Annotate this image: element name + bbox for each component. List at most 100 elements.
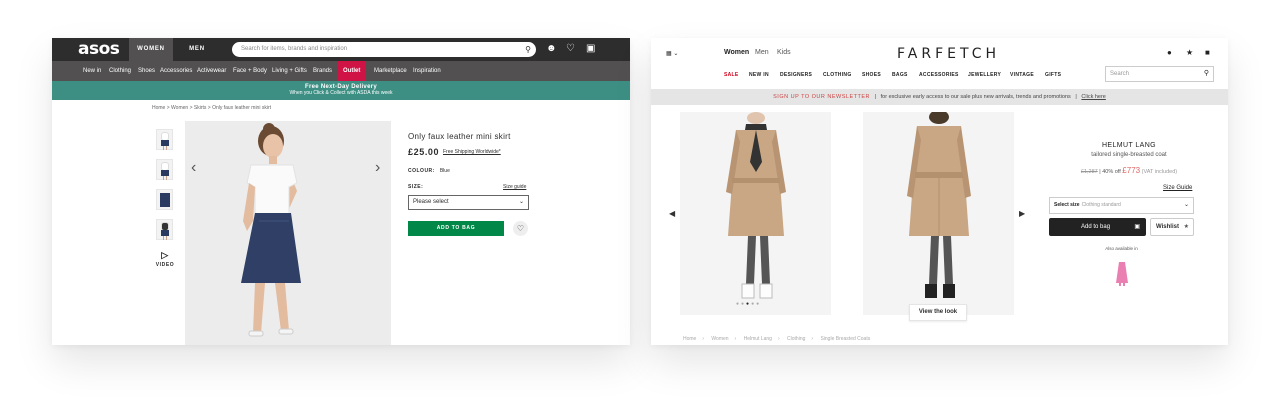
- video-button[interactable]: ▷ VIDEO: [154, 250, 176, 268]
- prev-image-icon[interactable]: ◀: [669, 209, 675, 218]
- search-placeholder: Search: [1110, 71, 1130, 77]
- colour-label: COLOUR:: [408, 168, 435, 174]
- nav-bags[interactable]: BAGS: [892, 72, 908, 78]
- account-icon[interactable]: ☻: [546, 42, 557, 56]
- crumb-current: Single Breasted Coats: [820, 336, 871, 342]
- farfetch-logo[interactable]: FARFETCH: [897, 46, 1000, 62]
- crumb-brand[interactable]: Helmut Lang: [744, 336, 772, 342]
- chevron-down-icon: ⌄: [518, 199, 524, 205]
- heart-icon[interactable]: ♡: [566, 42, 575, 56]
- thumbnail-2[interactable]: [156, 159, 173, 180]
- wishlist-button[interactable]: Wishlist ★: [1150, 218, 1194, 236]
- newsletter-text: for exclusive early access to our sale p…: [880, 94, 1071, 100]
- crumb-clothing[interactable]: Clothing: [787, 336, 805, 342]
- image-pagination-dots[interactable]: ●●●●●: [736, 301, 761, 307]
- product-price: £25.00: [408, 147, 440, 157]
- size-select[interactable]: Please select ⌄: [408, 195, 529, 210]
- country-flag-icon[interactable]: ▦ ⌄: [666, 50, 678, 57]
- nav-clothing[interactable]: CLOTHING: [823, 72, 852, 78]
- nav-shoes[interactable]: Shoes: [138, 61, 155, 81]
- crumb-women[interactable]: Women: [711, 336, 728, 342]
- nav-new-in[interactable]: New in: [83, 61, 101, 81]
- next-image-icon[interactable]: ›: [375, 159, 380, 177]
- add-to-bag-button[interactable]: ADD TO BAG: [408, 221, 504, 236]
- newsletter-cta[interactable]: SIGN UP TO OUR NEWSLETTER: [773, 94, 870, 100]
- nav-living-gifts[interactable]: Living + Gifts: [272, 61, 307, 81]
- bag-icon[interactable]: ■: [1205, 48, 1210, 57]
- wishlist-label: Wishlist: [1156, 224, 1179, 230]
- banner-sep-2: |: [1075, 94, 1077, 100]
- add-to-bag-label: Add to bag: [1081, 224, 1111, 230]
- free-shipping-link[interactable]: Free Shipping Worldwide*: [443, 149, 501, 155]
- crumb-women[interactable]: Women: [171, 105, 188, 111]
- coat-front-illustration: [680, 112, 831, 315]
- save-heart-icon[interactable]: ♡: [513, 221, 528, 236]
- nav-clothing[interactable]: Clothing: [109, 61, 131, 81]
- video-label: VIDEO: [155, 262, 175, 268]
- add-to-bag-button[interactable]: Add to bag ▣: [1049, 218, 1146, 236]
- breadcrumb: Home › Women › Helmut Lang › Clothing › Sing…: [683, 336, 871, 342]
- banner-sep-1: |: [874, 94, 877, 100]
- tab-men[interactable]: Men: [755, 49, 769, 56]
- product-price: £1,287 | 40% off £773 (VAT included): [1049, 166, 1209, 175]
- nav-face-body[interactable]: Face + Body: [233, 61, 267, 81]
- crumb-current: Only faux leather mini skirt: [212, 105, 272, 111]
- nav-outlet[interactable]: Outlet: [338, 61, 366, 81]
- thumbnail-3[interactable]: [156, 189, 173, 210]
- asos-promo-banner[interactable]: Free Next-Day Delivery When you Click & …: [52, 81, 630, 100]
- nav-brands[interactable]: Brands: [313, 61, 332, 81]
- thumbnail-1[interactable]: [156, 129, 173, 150]
- farfetch-search-input[interactable]: Search ⚲: [1105, 66, 1214, 82]
- asos-product-page: asos WOMEN MEN Search for items, brands …: [52, 38, 630, 345]
- farfetch-product-page: ▦ ⌄ Women Men Kids FARFETCH ● ★ ■ SALE N…: [651, 38, 1228, 345]
- size-guide-link[interactable]: Size guide: [503, 184, 526, 190]
- nav-jewellery[interactable]: JEWELLERY: [968, 72, 1001, 78]
- product-image-front: [680, 112, 831, 315]
- crumb-skirts[interactable]: Skirts: [194, 105, 207, 111]
- bag-icon[interactable]: ▣: [586, 42, 595, 56]
- thumbnail-4[interactable]: [156, 219, 173, 240]
- crumb-home[interactable]: Home: [683, 336, 696, 342]
- click-here-link[interactable]: Click here: [1081, 94, 1105, 100]
- vat-note: (VAT included): [1141, 169, 1178, 175]
- asos-top-bar: asos WOMEN MEN Search for items, brands …: [52, 38, 630, 61]
- nav-shoes[interactable]: SHOES: [862, 72, 881, 78]
- nav-gifts[interactable]: GIFTS: [1045, 72, 1061, 78]
- nav-marketplace[interactable]: Marketplace: [374, 61, 407, 81]
- size-select[interactable]: Select size Clothing standard ⌄: [1049, 197, 1194, 214]
- asos-category-nav: New in Clothing Shoes Accessories Active…: [52, 61, 630, 81]
- size-standard: Clothing standard: [1081, 202, 1121, 208]
- search-icon[interactable]: ⚲: [525, 42, 531, 57]
- product-description: tailored single-breasted coat: [1091, 152, 1167, 158]
- prev-image-icon[interactable]: ‹: [191, 159, 196, 177]
- search-icon[interactable]: ⚲: [1204, 67, 1209, 81]
- breadcrumb: Home > Women > Skirts > Only faux leathe…: [152, 105, 272, 111]
- tab-women[interactable]: WOMEN: [129, 38, 173, 61]
- product-brand[interactable]: HELMUT LANG: [1049, 142, 1209, 149]
- nav-accessories[interactable]: ACCESSORIES: [919, 72, 959, 78]
- tab-women[interactable]: Women: [724, 49, 749, 56]
- wishlist-star-icon[interactable]: ★: [1186, 48, 1193, 57]
- nav-activewear[interactable]: Activewear: [197, 61, 226, 81]
- nav-vintage[interactable]: VINTAGE: [1010, 72, 1034, 78]
- crumb-home[interactable]: Home: [152, 105, 165, 111]
- asos-logo[interactable]: asos: [78, 39, 120, 59]
- asos-search-input[interactable]: Search for items, brands and inspiration…: [232, 42, 536, 57]
- nav-designers[interactable]: DESIGNERS: [780, 72, 812, 78]
- nav-sale[interactable]: SALE: [724, 72, 739, 78]
- colour-info: COLOUR: Blue: [408, 168, 450, 174]
- size-guide-link[interactable]: Size Guide: [1163, 185, 1192, 191]
- next-image-icon[interactable]: ▶: [1019, 209, 1025, 218]
- model-illustration: [185, 121, 391, 345]
- tab-men[interactable]: MEN: [175, 38, 219, 61]
- nav-inspiration[interactable]: Inspiration: [413, 61, 441, 81]
- select-size-label: Select size: [1054, 202, 1080, 208]
- alternate-color-swatch[interactable]: [1115, 261, 1129, 292]
- nav-new-in[interactable]: NEW IN: [749, 72, 769, 78]
- account-icon[interactable]: ●: [1167, 48, 1172, 57]
- tab-kids[interactable]: Kids: [777, 49, 791, 56]
- product-title: Only faux leather mini skirt: [408, 132, 511, 141]
- pink-coat-icon: [1116, 262, 1128, 286]
- view-the-look-button[interactable]: View the look: [909, 304, 967, 321]
- nav-accessories[interactable]: Accessories: [160, 61, 192, 81]
